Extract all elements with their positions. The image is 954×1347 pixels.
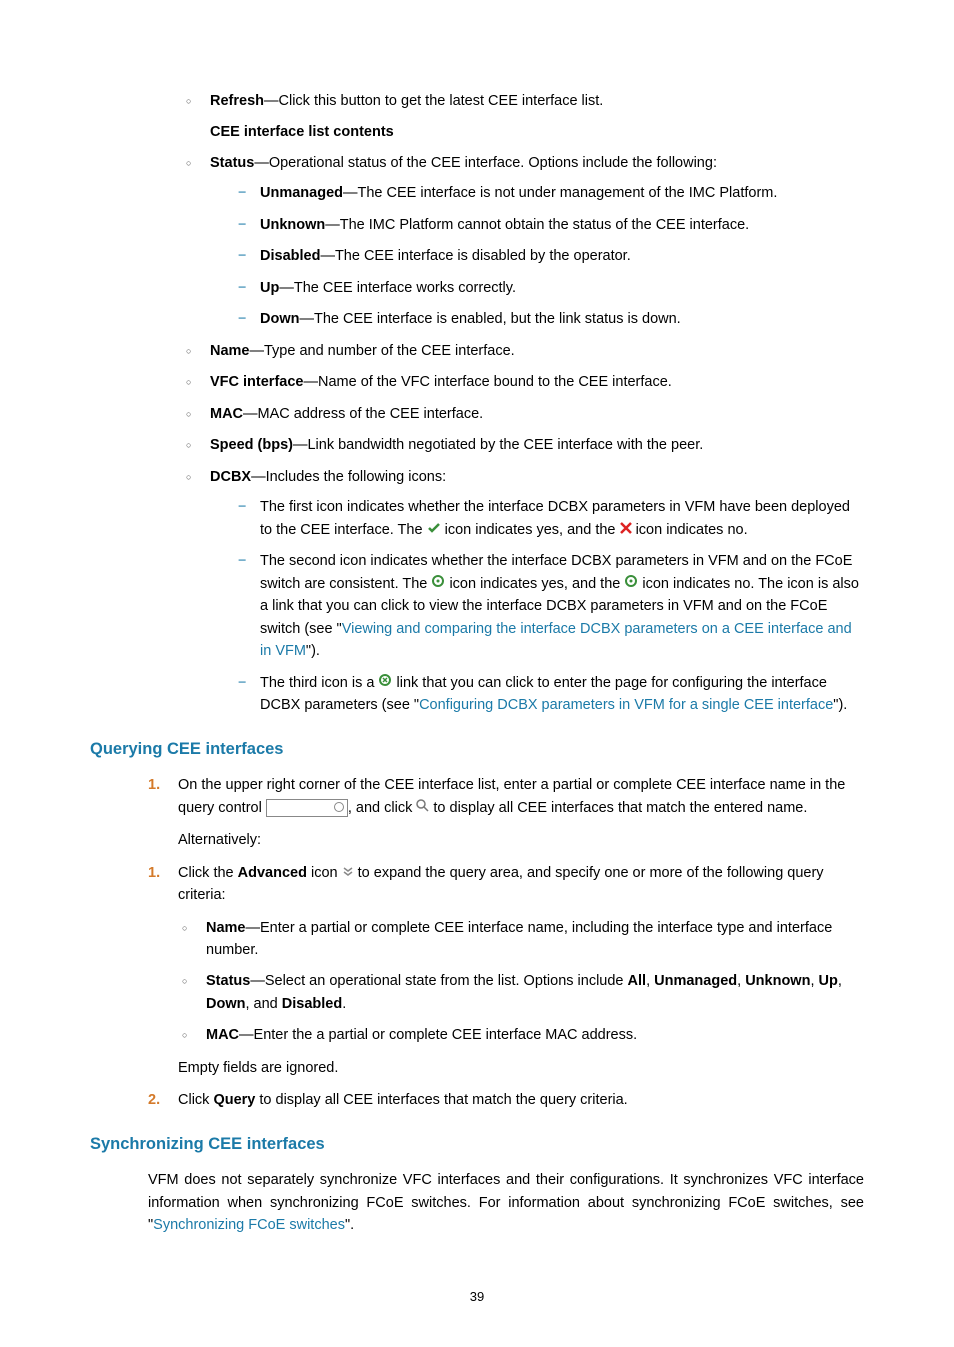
- magnifier-icon: [416, 797, 429, 819]
- sync-heading: Synchronizing CEE interfaces: [90, 1132, 864, 1158]
- dcbx-item: DCBX—Includes the following icons: The f…: [186, 466, 864, 717]
- empty-fields-note: Empty fields are ignored.: [178, 1057, 864, 1079]
- top-list: Refresh—Click this button to get the lat…: [186, 90, 864, 112]
- page-number: 39: [90, 1287, 864, 1307]
- sync-paragraph: VFM does not separately synchronize VFC …: [148, 1169, 864, 1236]
- query-steps-2: 1. Click the Advanced icon to expand the…: [148, 862, 864, 1112]
- criteria-list: Name—Enter a partial or complete CEE int…: [182, 917, 864, 1047]
- speed-item: Speed (bps)—Link bandwidth negotiated by…: [186, 434, 864, 456]
- chevron-down-icon: [342, 862, 354, 884]
- status-item: Status—Operational status of the CEE int…: [186, 152, 864, 331]
- dcbx-view-link[interactable]: Viewing and comparing the interface DCBX…: [260, 621, 852, 659]
- sync-fcoe-link[interactable]: Synchronizing FCoE switches: [153, 1217, 345, 1233]
- refresh-item: Refresh—Click this button to get the lat…: [186, 90, 864, 112]
- query-steps-1: 1. On the upper right corner of the CEE …: [148, 774, 864, 819]
- x-icon: [620, 519, 632, 541]
- gear-yes-icon: [431, 573, 445, 595]
- name-item: Name—Type and number of the CEE interfac…: [186, 340, 864, 362]
- querying-heading: Querying CEE interfaces: [90, 737, 864, 763]
- dcbx-sublist: The first icon indicates whether the int…: [238, 496, 864, 716]
- check-icon: [427, 519, 441, 541]
- status-sublist: Unmanaged—The CEE interface is not under…: [238, 182, 864, 330]
- query-input-placeholder-icon: [266, 799, 348, 817]
- config-icon: [378, 672, 392, 694]
- dcbx-config-link[interactable]: Configuring DCBX parameters in VFM for a…: [419, 697, 833, 713]
- gear-no-icon: [624, 573, 638, 595]
- contents-list: Status—Operational status of the CEE int…: [186, 152, 864, 717]
- mac-item: MAC—MAC address of the CEE interface.: [186, 403, 864, 425]
- vfc-item: VFC interface—Name of the VFC interface …: [186, 371, 864, 393]
- alternatively-label: Alternatively:: [178, 829, 864, 851]
- cee-list-contents-heading: CEE interface list contents: [210, 121, 864, 143]
